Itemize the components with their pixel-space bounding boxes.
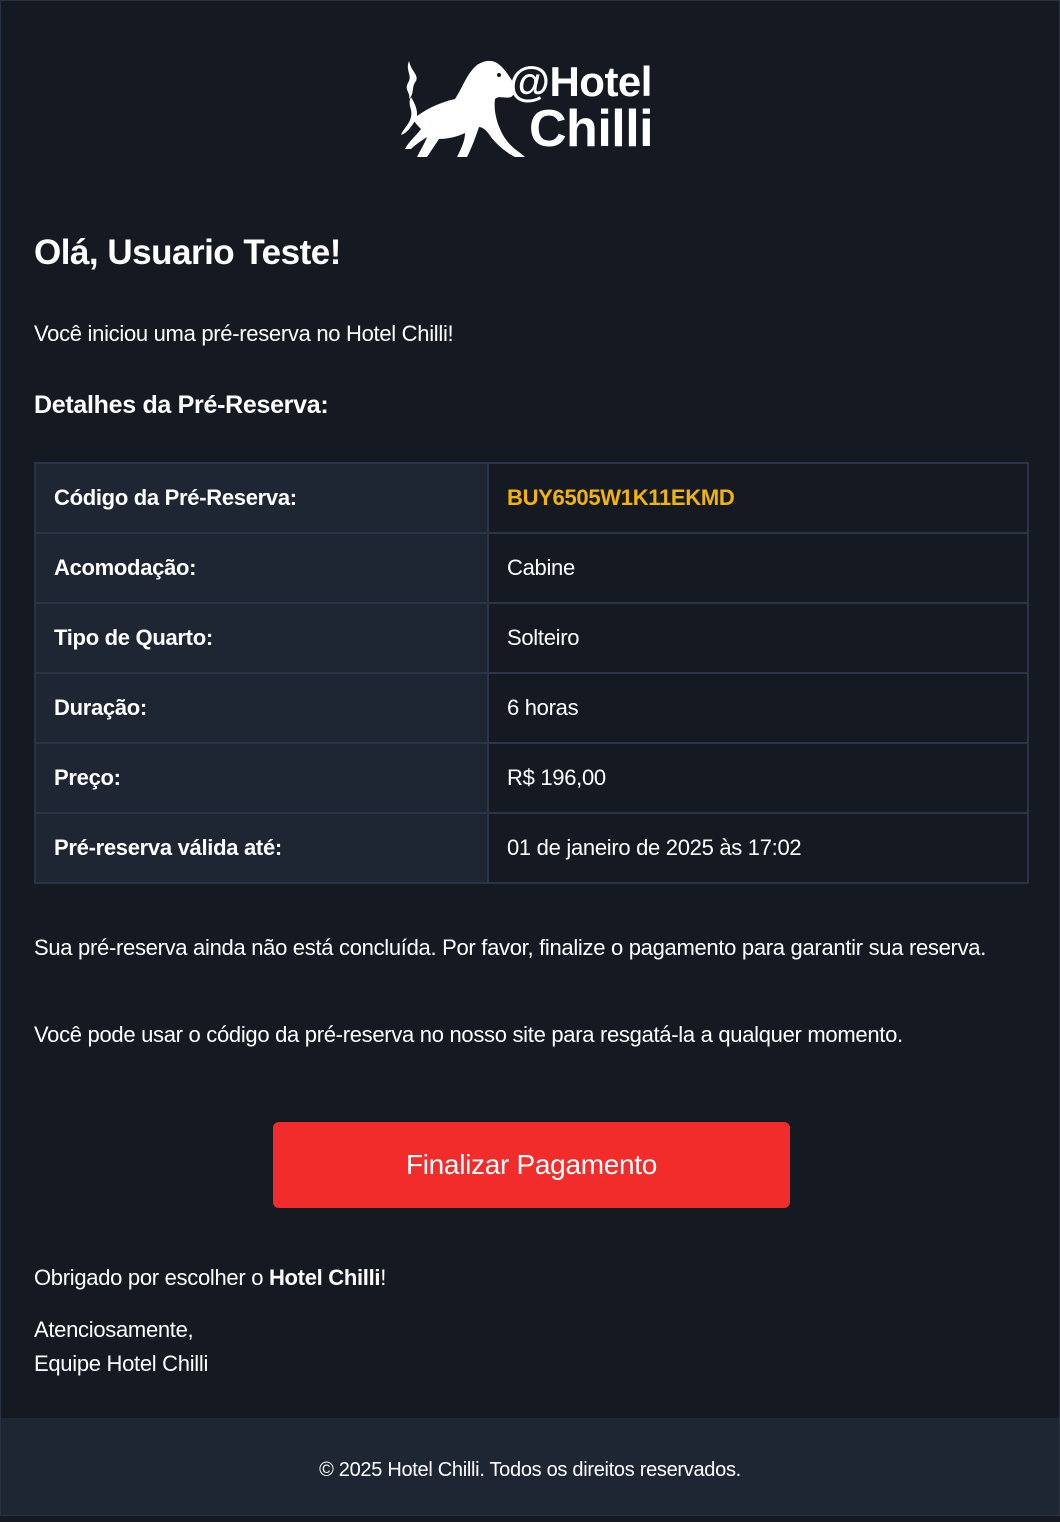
hotel-chilli-logo: @Hotel Chilli: [399, 57, 664, 161]
detail-value-price: R$ 196,00: [487, 742, 1029, 814]
detail-label-room-type: Tipo de Quarto:: [34, 602, 489, 674]
detail-label-accommodation: Acomodação:: [34, 532, 489, 604]
email-footer: © 2025 Hotel Chilli. Todos os direitos r…: [1, 1418, 1059, 1515]
detail-value-accommodation: Cabine: [487, 532, 1029, 604]
finalize-payment-button[interactable]: Finalizar Pagamento: [273, 1122, 790, 1208]
table-row: Acomodação: Cabine: [34, 532, 1029, 604]
logo-text-chilli: Chilli: [529, 100, 654, 158]
signoff-team: Equipe Hotel Chilli: [34, 1351, 209, 1376]
signoff: Atenciosamente, Equipe Hotel Chilli: [34, 1313, 208, 1381]
reservation-code-note: Você pode usar o código da pré-reserva n…: [34, 1022, 903, 1047]
table-row: Tipo de Quarto: Solteiro: [34, 602, 1029, 674]
detail-label-duration: Duração:: [34, 672, 489, 744]
detail-label-code: Código da Pré-Reserva:: [34, 462, 489, 534]
table-row: Duração: 6 horas: [34, 672, 1029, 744]
thanks-brand: Hotel Chilli: [268, 1265, 381, 1290]
thanks-prefix: Obrigado por escolher o: [34, 1265, 269, 1290]
table-row: Código da Pré-Reserva: BUY6505W1K11EKMD: [34, 462, 1029, 534]
detail-value-valid-until: 01 de janeiro de 2025 às 17:02: [487, 812, 1029, 884]
greeting-heading: Olá, Usuario Teste!: [34, 233, 341, 272]
email-header: @Hotel Chilli: [1, 1, 1059, 191]
table-row: Preço: R$ 196,00: [34, 742, 1029, 814]
signoff-line: Atenciosamente,: [34, 1317, 194, 1342]
detail-label-price: Preço:: [34, 742, 489, 814]
intro-text: Você iniciou uma pré-reserva no Hotel Ch…: [34, 321, 454, 346]
thanks-suffix: !: [380, 1265, 387, 1290]
logo-text-hotel: @Hotel: [509, 58, 652, 105]
detail-value-duration: 6 horas: [487, 672, 1029, 744]
thanks-text: Obrigado por escolher o Hotel Chilli!: [34, 1261, 386, 1295]
details-heading: Detalhes da Pré-Reserva:: [34, 391, 329, 419]
copyright-text: © 2025 Hotel Chilli. Todos os direitos r…: [319, 1459, 741, 1481]
detail-value-code: BUY6505W1K11EKMD: [487, 462, 1029, 534]
table-row: Pré-reserva válida até: 01 de janeiro de…: [34, 812, 1029, 884]
pending-payment-note: Sua pré-reserva ainda não está concluída…: [34, 935, 987, 960]
reservation-details-table: Código da Pré-Reserva: BUY6505W1K11EKMD …: [34, 462, 1029, 884]
detail-value-room-type: Solteiro: [487, 602, 1029, 674]
detail-label-valid-until: Pré-reserva válida até:: [34, 812, 489, 884]
email-body: @Hotel Chilli Olá, Usuario Teste! Você i…: [0, 0, 1060, 1516]
